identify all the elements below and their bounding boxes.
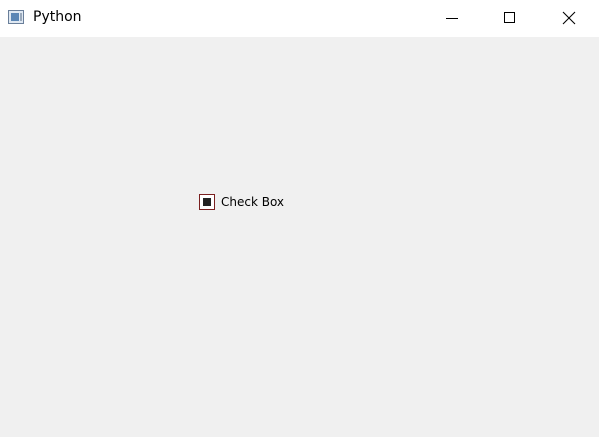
- checkbox-label[interactable]: Check Box: [221, 194, 284, 210]
- minimize-button[interactable]: [423, 0, 481, 37]
- app-icon-inner: [11, 13, 19, 21]
- close-icon: [562, 11, 576, 25]
- title-bar[interactable]: Python: [0, 0, 599, 37]
- client-area: Check Box: [0, 37, 599, 437]
- minimize-icon: [446, 18, 458, 19]
- close-button[interactable]: [540, 0, 598, 37]
- main-window: Python Check Box: [0, 0, 599, 437]
- window-title: Python: [33, 9, 82, 25]
- app-icon-bar: [20, 13, 22, 21]
- checkbox-partial-fill: [203, 198, 211, 206]
- checkbox-indicator[interactable]: [199, 194, 215, 210]
- maximize-button[interactable]: [481, 0, 539, 37]
- python-app-icon: [8, 10, 24, 24]
- maximize-icon: [504, 12, 515, 23]
